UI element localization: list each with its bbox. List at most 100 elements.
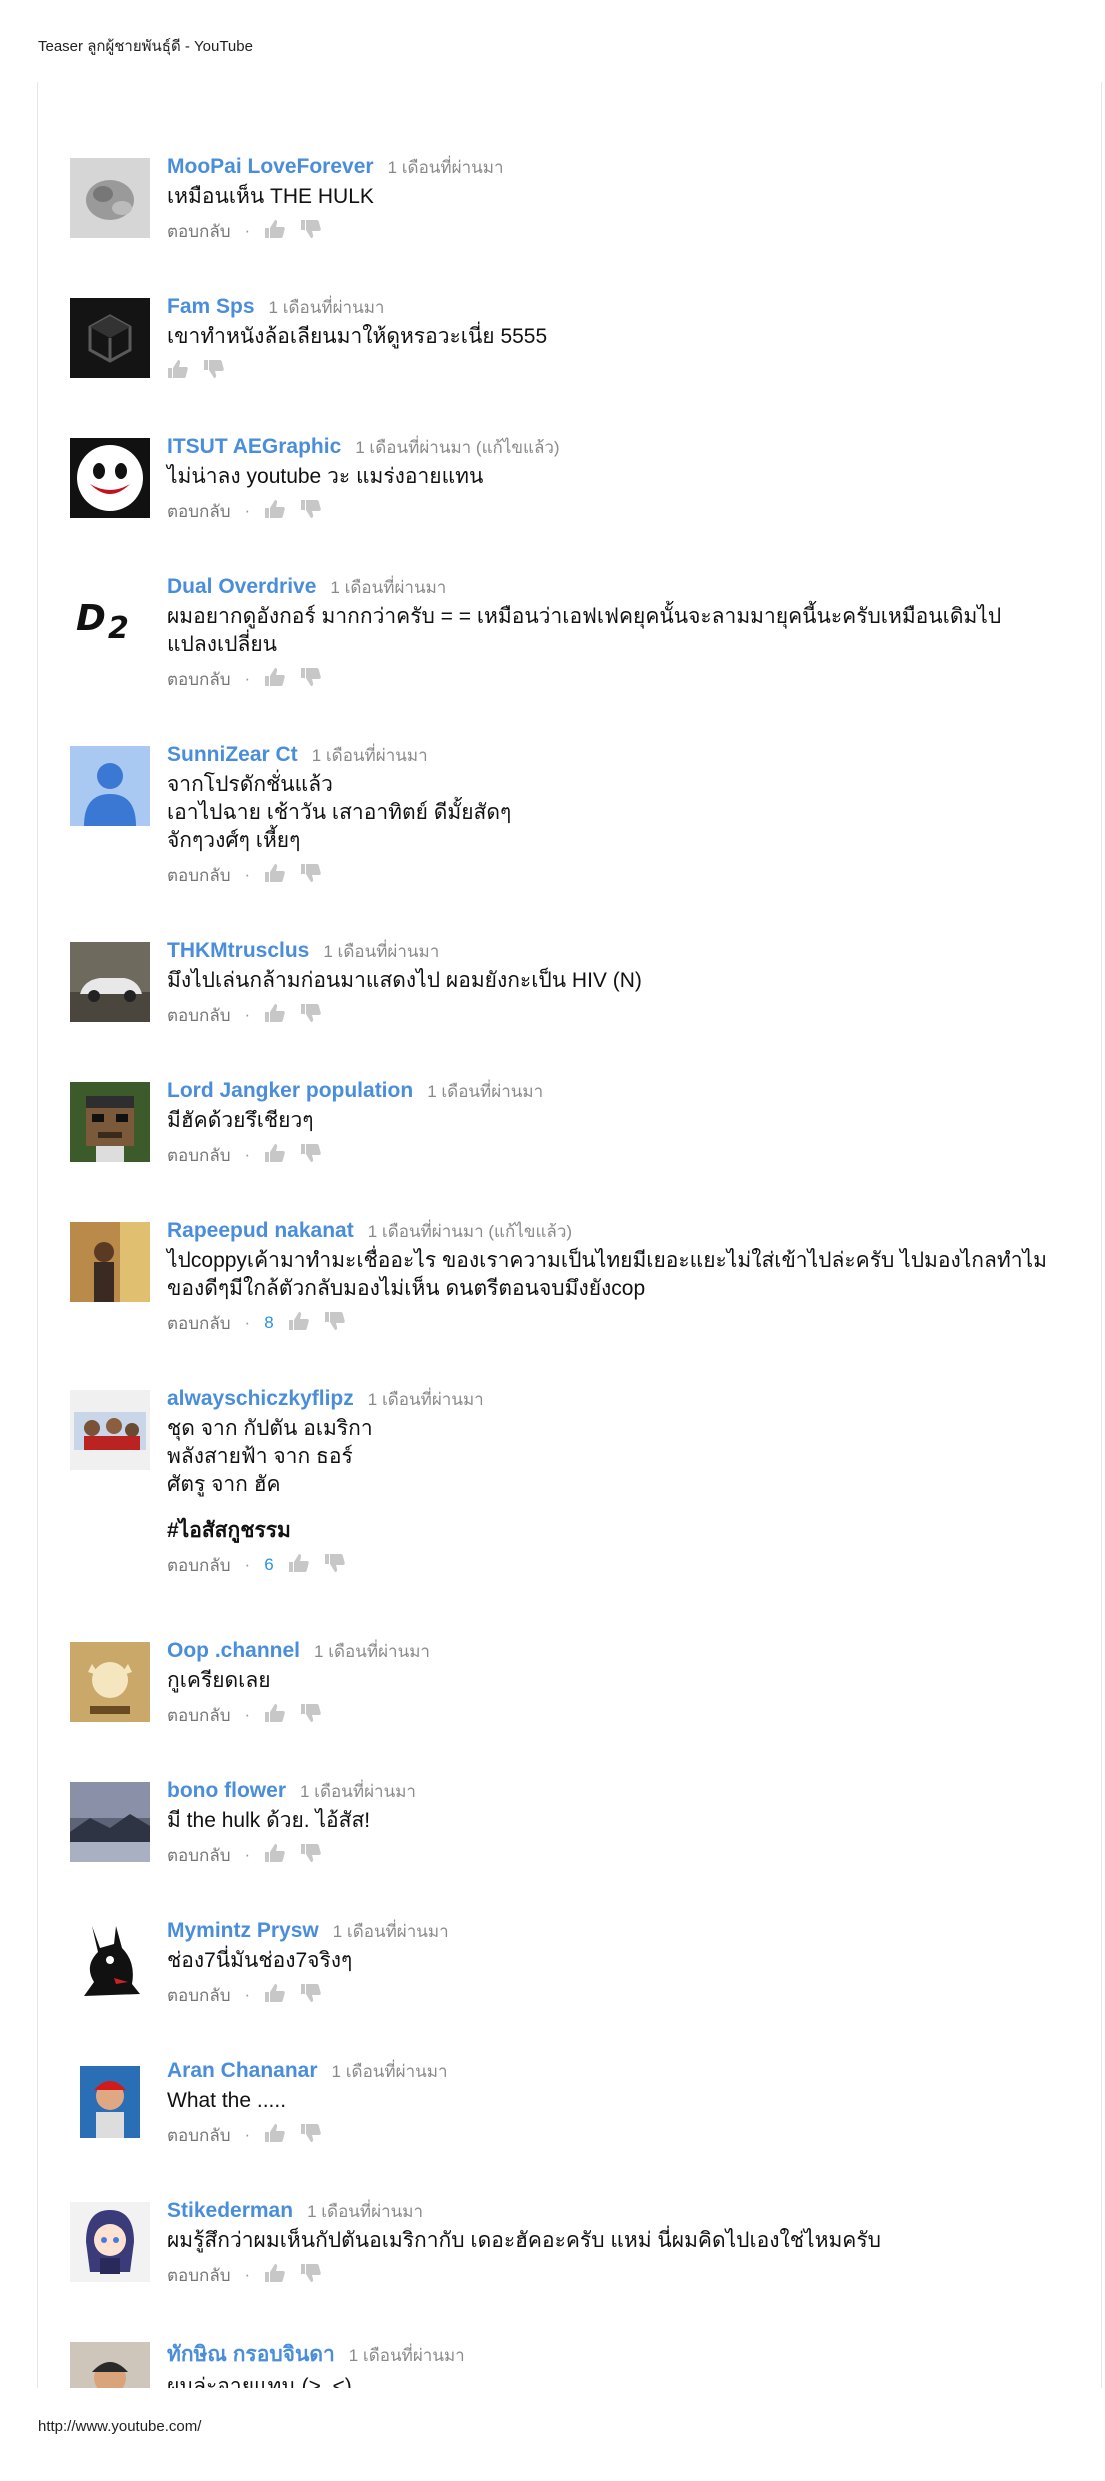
thumbs-down-icon[interactable]: [203, 359, 225, 384]
thumbs-up-icon[interactable]: [264, 1983, 286, 2008]
comment-hashtag[interactable]: #ไอสัสกูชรรม: [167, 1517, 1067, 1545]
avatar[interactable]: [70, 1390, 150, 1470]
avatar[interactable]: [70, 942, 150, 1022]
thumbs-up-icon[interactable]: [264, 1843, 286, 1868]
avatar[interactable]: [70, 746, 150, 826]
comment-author-link[interactable]: SunniZear Ct: [167, 743, 298, 767]
thumbs-up-icon[interactable]: [264, 863, 286, 888]
thumbs-down-icon[interactable]: [300, 2263, 322, 2288]
avatar[interactable]: [70, 1082, 150, 1162]
comment-author-link[interactable]: Mymintz Prysw: [167, 1919, 319, 1943]
avatar[interactable]: [70, 1922, 150, 2002]
comment-author-link[interactable]: Lord Jangker population: [167, 1079, 413, 1103]
comment-text: ผมรู้สึกว่าผมเห็นกัปตันอเมริกากับ เดอะฮั…: [167, 2227, 1067, 2255]
comment-author-link[interactable]: Rapeepud nakanat: [167, 1219, 354, 1243]
comment-text-line: เหมือนเห็น THE HULK: [167, 185, 374, 208]
comment-timestamp[interactable]: 1 เดือนที่ผ่านมา: [300, 1778, 416, 1805]
comment-author-link[interactable]: THKMtrusclus: [167, 939, 309, 963]
avatar[interactable]: D2: [70, 578, 150, 658]
comment-text-line: ช่อง7นี่มันช่อง7จริงๆ: [167, 1949, 353, 1972]
comment-actions: ตอบกลับ ·: [167, 217, 1067, 245]
comment-author-link[interactable]: Oop .channel: [167, 1639, 300, 1663]
comment-timestamp[interactable]: 1 เดือนที่ผ่านมา: [323, 938, 439, 965]
comment-author-link[interactable]: ทักษิณ กรอบจินดา: [167, 2338, 335, 2371]
reply-button[interactable]: ตอบกลับ: [167, 862, 231, 889]
comment-author-link[interactable]: bono flower: [167, 1779, 286, 1803]
thumbs-down-icon[interactable]: [300, 499, 322, 524]
comment-timestamp[interactable]: 1 เดือนที่ผ่านมา (แก้ไขแล้ว): [368, 1218, 572, 1245]
comment-header: ITSUT AEGraphic 1 เดือนที่ผ่านมา (แก้ไขแล…: [167, 434, 1067, 461]
comment-timestamp[interactable]: 1 เดือนที่ผ่านมา: [368, 1386, 484, 1413]
thumbs-up-icon[interactable]: [167, 359, 189, 384]
thumbs-down-icon[interactable]: [324, 1311, 346, 1336]
comment-actions: ตอบกลับ ·: [167, 1841, 1067, 1869]
thumbs-up-icon[interactable]: [264, 2123, 286, 2148]
comment-author-link[interactable]: Stikederman: [167, 2199, 293, 2223]
reply-button[interactable]: ตอบกลับ: [167, 1310, 231, 1337]
comment-text-line: มี the hulk ด้วย. ไอ้สัส!: [167, 1809, 371, 1832]
thumbs-up-icon[interactable]: [288, 1553, 310, 1578]
comment-timestamp[interactable]: 1 เดือนที่ผ่านมา: [333, 1918, 449, 1945]
reply-button[interactable]: ตอบกลับ: [167, 1842, 231, 1869]
comment-author-link[interactable]: alwayschiczkyflipz: [167, 1387, 354, 1411]
reply-button[interactable]: ตอบกลับ: [167, 2122, 231, 2149]
reply-button[interactable]: ตอบกลับ: [167, 1142, 231, 1169]
avatar[interactable]: [70, 298, 150, 378]
comment-timestamp[interactable]: 1 เดือนที่ผ่านมา: [312, 742, 428, 769]
comment-timestamp[interactable]: 1 เดือนที่ผ่านมา: [269, 294, 385, 321]
thumbs-up-icon[interactable]: [264, 1703, 286, 1728]
thumbs-up-icon[interactable]: [264, 219, 286, 244]
comment-author-link[interactable]: Dual Overdrive: [167, 575, 316, 599]
reply-button[interactable]: ตอบกลับ: [167, 2262, 231, 2289]
avatar[interactable]: [70, 2062, 150, 2142]
avatar[interactable]: [70, 158, 150, 238]
thumbs-down-icon[interactable]: [300, 2123, 322, 2148]
comment-author-link[interactable]: Fam Sps: [167, 295, 255, 319]
thumbs-up-icon[interactable]: [264, 1003, 286, 1028]
avatar[interactable]: [70, 438, 150, 518]
thumbs-down-icon[interactable]: [300, 1983, 322, 2008]
like-count: 8: [264, 1313, 274, 1332]
page-title: Teaser ลูกผู้ชายพันธุ์ดี - YouTube: [38, 38, 253, 55]
thumbs-down-icon[interactable]: [300, 1843, 322, 1868]
comment-timestamp[interactable]: 1 เดือนที่ผ่านมา: [330, 574, 446, 601]
comment-author-link[interactable]: Aran Chananar: [167, 2059, 318, 2083]
thumbs-up-icon[interactable]: [264, 667, 286, 692]
reply-button[interactable]: ตอบกลับ: [167, 1982, 231, 2009]
reply-button[interactable]: ตอบกลับ: [167, 666, 231, 693]
reply-button[interactable]: ตอบกลับ: [167, 498, 231, 525]
thumbs-down-icon[interactable]: [300, 1143, 322, 1168]
thumbs-down-icon[interactable]: [324, 1553, 346, 1578]
comment-timestamp[interactable]: 1 เดือนที่ผ่านมา: [307, 2198, 423, 2225]
avatar[interactable]: [70, 2202, 150, 2282]
reply-button[interactable]: ตอบกลับ: [167, 1002, 231, 1029]
comment-author-link[interactable]: ITSUT AEGraphic: [167, 435, 341, 459]
thumbs-down-icon[interactable]: [300, 1703, 322, 1728]
comment-timestamp[interactable]: 1 เดือนที่ผ่านมา (แก้ไขแล้ว): [355, 434, 559, 461]
comment-timestamp[interactable]: 1 เดือนที่ผ่านมา: [388, 154, 504, 181]
thumbs-down-icon[interactable]: [300, 219, 322, 244]
comment-author-link[interactable]: MooPai LoveForever: [167, 155, 374, 179]
comment-timestamp[interactable]: 1 เดือนที่ผ่านมา: [332, 2058, 448, 2085]
comment-body: THKMtrusclus 1 เดือนที่ผ่านมา มึงไปเล่นกล้…: [167, 938, 1067, 1029]
thumbs-up-icon[interactable]: [264, 1143, 286, 1168]
avatar[interactable]: [70, 1782, 150, 1862]
avatar[interactable]: [70, 2342, 150, 2388]
avatar[interactable]: [70, 1222, 150, 1302]
comment-timestamp[interactable]: 1 เดือนที่ผ่านมา: [349, 2342, 465, 2369]
thumbs-up-icon[interactable]: [264, 2263, 286, 2288]
reply-button[interactable]: ตอบกลับ: [167, 1702, 231, 1729]
avatar[interactable]: [70, 1642, 150, 1722]
comment-text: ผมอยากดูอังกอร์ มากกว่าครับ = = เหมือนว่…: [167, 603, 1067, 659]
comment-body: ITSUT AEGraphic 1 เดือนที่ผ่านมา (แก้ไขแล…: [167, 434, 1067, 525]
comment-timestamp[interactable]: 1 เดือนที่ผ่านมา: [427, 1078, 543, 1105]
reply-button[interactable]: ตอบกลับ: [167, 1552, 231, 1579]
thumbs-up-icon[interactable]: [264, 499, 286, 524]
comments-list: ตอบกลับ · MooPai LoveForever 1 เดือนที่ผ่าน…: [38, 70, 1100, 2388]
thumbs-down-icon[interactable]: [300, 863, 322, 888]
thumbs-down-icon[interactable]: [300, 1003, 322, 1028]
comment-timestamp[interactable]: 1 เดือนที่ผ่านมา: [314, 1638, 430, 1665]
reply-button[interactable]: ตอบกลับ: [167, 218, 231, 245]
thumbs-down-icon[interactable]: [300, 667, 322, 692]
thumbs-up-icon[interactable]: [288, 1311, 310, 1336]
